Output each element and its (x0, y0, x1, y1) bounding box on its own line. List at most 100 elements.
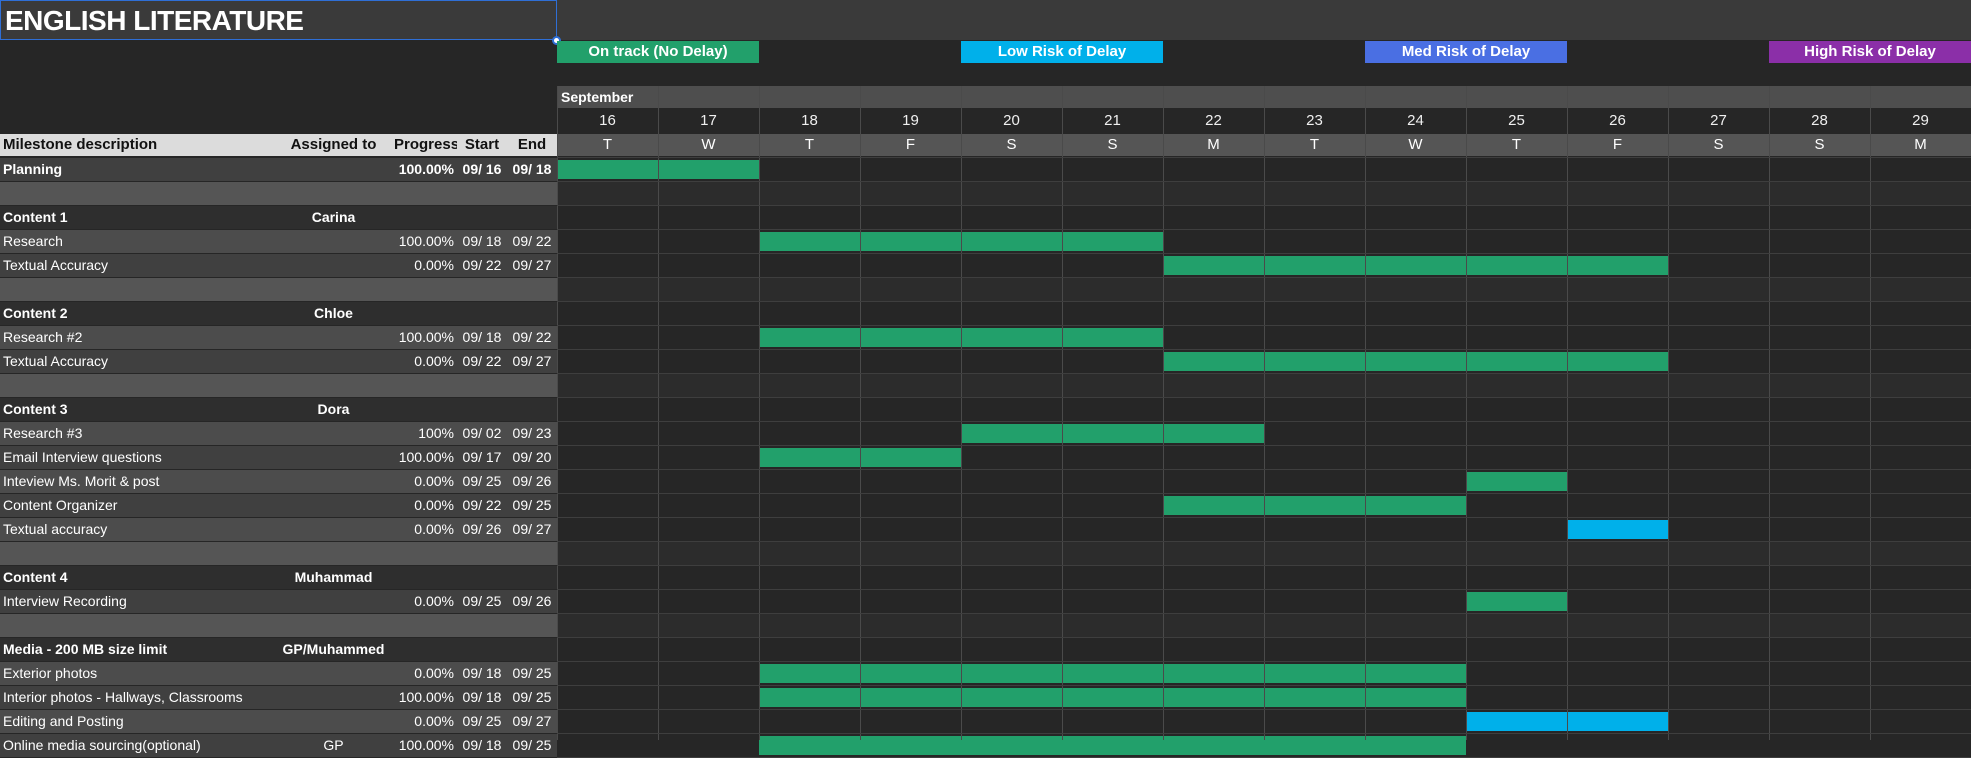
date-20[interactable]: 20 (961, 110, 1062, 132)
cell-desc[interactable]: Planning (0, 158, 276, 181)
cell-progress[interactable]: 100% (391, 422, 457, 445)
cell-assigned[interactable]: GP (276, 734, 391, 757)
cell-end[interactable]: 09/ 23 (507, 422, 557, 445)
header-description[interactable]: Milestone description (0, 134, 276, 156)
cell-start[interactable]: 09/ 22 (457, 254, 507, 277)
gantt-bar-on-track[interactable] (1466, 592, 1567, 611)
date-17[interactable]: 17 (658, 110, 759, 132)
weekday-22[interactable]: M (1163, 134, 1264, 156)
cell-end[interactable]: 09/ 25 (507, 494, 557, 517)
date-18[interactable]: 18 (759, 110, 860, 132)
cell-assigned[interactable] (276, 158, 391, 181)
weekday-19[interactable]: F (860, 134, 961, 156)
cell-progress[interactable]: 0.00% (391, 350, 457, 373)
cell-assigned[interactable] (276, 446, 391, 469)
cell-start[interactable]: 09/ 18 (457, 686, 507, 709)
date-21[interactable]: 21 (1062, 110, 1163, 132)
cell-desc[interactable]: Research #3 (0, 422, 276, 445)
cell-progress[interactable]: 0.00% (391, 518, 457, 541)
cell-desc[interactable]: Content 2 (0, 302, 276, 325)
cell-assigned[interactable] (276, 662, 391, 685)
gantt-bar-on-track[interactable] (961, 424, 1264, 443)
cell-end[interactable]: 09/ 27 (507, 350, 557, 373)
header-end[interactable]: End (507, 134, 557, 156)
gantt-bar-on-track[interactable] (1163, 352, 1668, 371)
cell-assigned[interactable]: Carina (276, 206, 391, 229)
cell-progress[interactable]: 100.00% (391, 158, 457, 181)
cell-end[interactable]: 09/ 26 (507, 470, 557, 493)
date-26[interactable]: 26 (1567, 110, 1668, 132)
weekday-17[interactable]: W (658, 134, 759, 156)
cell-assigned[interactable]: Dora (276, 398, 391, 421)
cell-end[interactable]: 09/ 27 (507, 254, 557, 277)
date-29[interactable]: 29 (1870, 110, 1971, 132)
cell-progress[interactable]: 100.00% (391, 446, 457, 469)
cell-start[interactable]: 09/ 17 (457, 446, 507, 469)
cell-start[interactable]: 09/ 25 (457, 470, 507, 493)
cell-end[interactable]: 09/ 26 (507, 590, 557, 613)
header-assigned-to[interactable]: Assigned to (276, 134, 391, 156)
cell-end[interactable]: 09/ 20 (507, 446, 557, 469)
weekday-16[interactable]: T (557, 134, 658, 156)
cell-progress[interactable]: 0.00% (391, 254, 457, 277)
cell-assigned[interactable]: GP/Muhammed (276, 638, 391, 661)
cell-end[interactable]: 09/ 22 (507, 326, 557, 349)
date-25[interactable]: 25 (1466, 110, 1567, 132)
weekday-24[interactable]: W (1365, 134, 1466, 156)
gantt-bar-on-track[interactable] (1466, 472, 1567, 491)
cell-progress[interactable]: 100.00% (391, 230, 457, 253)
cell-assigned[interactable] (276, 590, 391, 613)
cell-progress[interactable]: 0.00% (391, 590, 457, 613)
cell-assigned[interactable] (276, 350, 391, 373)
cell-desc[interactable]: Research #2 (0, 326, 276, 349)
cell-assigned[interactable] (276, 518, 391, 541)
weekday-26[interactable]: F (1567, 134, 1668, 156)
cell-assigned[interactable] (276, 254, 391, 277)
cell-start[interactable]: 09/ 18 (457, 326, 507, 349)
cell-desc[interactable]: Exterior photos (0, 662, 276, 685)
cell-start[interactable]: 09/ 25 (457, 710, 507, 733)
weekday-21[interactable]: S (1062, 134, 1163, 156)
cell-assigned[interactable] (276, 230, 391, 253)
cell-start[interactable]: 09/ 26 (457, 518, 507, 541)
header-progress[interactable]: Progress (391, 134, 457, 156)
cell-start[interactable]: 09/ 16 (457, 158, 507, 181)
gantt-bar-on-track[interactable] (1163, 256, 1668, 275)
cell-desc[interactable]: Inteview Ms. Morit & post (0, 470, 276, 493)
cell-desc[interactable]: Content 3 (0, 398, 276, 421)
cell-desc[interactable]: Textual accuracy (0, 518, 276, 541)
cell-progress[interactable]: 100.00% (391, 734, 457, 757)
date-24[interactable]: 24 (1365, 110, 1466, 132)
cell-end[interactable]: 09/ 22 (507, 230, 557, 253)
gantt-bar-on-track[interactable] (759, 664, 1466, 683)
cell-desc[interactable]: Online media sourcing(optional) (0, 734, 276, 757)
cell-assigned[interactable]: Chloe (276, 302, 391, 325)
cell-progress[interactable]: 0.00% (391, 710, 457, 733)
cell-desc[interactable]: Media - 200 MB size limit (0, 638, 276, 661)
date-23[interactable]: 23 (1264, 110, 1365, 132)
cell-desc[interactable]: Content Organizer (0, 494, 276, 517)
header-start[interactable]: Start (457, 134, 507, 156)
weekday-28[interactable]: S (1769, 134, 1870, 156)
cell-start[interactable]: 09/ 18 (457, 734, 507, 757)
cell-start[interactable]: 09/ 25 (457, 590, 507, 613)
weekday-20[interactable]: S (961, 134, 1062, 156)
date-22[interactable]: 22 (1163, 110, 1264, 132)
cell-desc[interactable]: Interview Recording (0, 590, 276, 613)
cell-progress[interactable]: 100.00% (391, 326, 457, 349)
gantt-bar-on-track[interactable] (759, 688, 1466, 707)
cell-end[interactable]: 09/ 27 (507, 518, 557, 541)
weekday-29[interactable]: M (1870, 134, 1971, 156)
date-28[interactable]: 28 (1769, 110, 1870, 132)
date-27[interactable]: 27 (1668, 110, 1769, 132)
gantt-bar-low-risk[interactable] (1567, 520, 1668, 539)
cell-end[interactable]: 09/ 25 (507, 734, 557, 757)
cell-start[interactable]: 09/ 18 (457, 662, 507, 685)
cell-assigned[interactable] (276, 326, 391, 349)
cell-assigned[interactable] (276, 494, 391, 517)
sheet-title-cell[interactable]: ENGLISH LITERATURE (0, 0, 557, 40)
cell-end[interactable]: 09/ 18 (507, 158, 557, 181)
cell-desc[interactable]: Content 1 (0, 206, 276, 229)
cell-end[interactable]: 09/ 25 (507, 686, 557, 709)
cell-desc[interactable]: Textual Accuracy (0, 254, 276, 277)
